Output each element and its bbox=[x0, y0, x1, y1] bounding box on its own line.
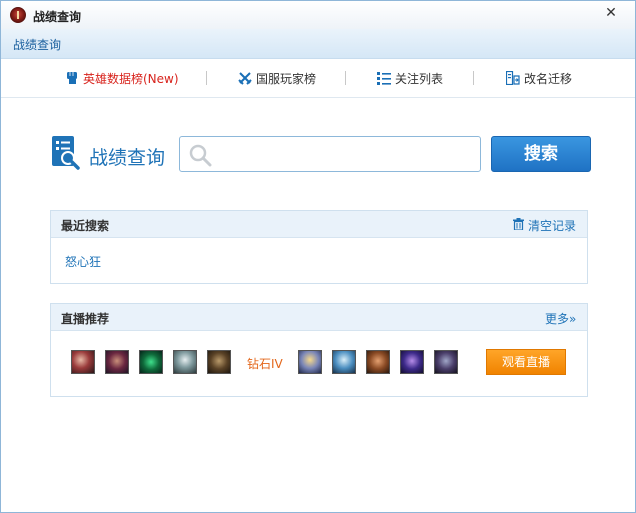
nav-item-label: 关注列表 bbox=[395, 72, 444, 86]
recent-search-title: 最近搜索 bbox=[61, 219, 110, 233]
champion-avatar-icon[interactable] bbox=[400, 350, 424, 374]
champion-avatar-icon[interactable] bbox=[105, 350, 129, 374]
champion-avatar-icon[interactable] bbox=[298, 350, 322, 374]
trash-icon bbox=[513, 218, 524, 230]
more-link[interactable]: 更多» bbox=[545, 310, 576, 327]
nav-item-label: 国服玩家榜 bbox=[256, 72, 317, 86]
title-bar: 战绩查询 ✕ bbox=[1, 1, 635, 29]
window-title: 战绩查询 bbox=[33, 10, 82, 24]
champion-avatar-icon[interactable] bbox=[139, 350, 163, 374]
close-icon[interactable]: ✕ bbox=[603, 5, 619, 21]
rank-label: 钻石IV bbox=[247, 357, 283, 371]
window: 战绩查询 ✕ 战绩查询 英雄数据榜(New) 国服玩家榜 关注列表 改名迁移 战… bbox=[0, 0, 636, 513]
list-icon bbox=[377, 72, 391, 85]
champion-avatar-icon[interactable] bbox=[207, 350, 231, 374]
search-box bbox=[179, 136, 481, 172]
champion-avatar-icon[interactable] bbox=[434, 350, 458, 374]
search-input[interactable] bbox=[218, 141, 474, 169]
champion-avatar-icon[interactable] bbox=[173, 350, 197, 374]
crossed-swords-icon bbox=[238, 72, 252, 85]
app-logo-icon bbox=[10, 7, 26, 23]
champion-avatar-icon[interactable] bbox=[71, 350, 95, 374]
watch-live-button[interactable]: 观看直播 bbox=[486, 349, 566, 375]
nav-item-label: 英雄数据榜(New) bbox=[83, 72, 179, 86]
clear-history-button[interactable]: 清空记录 bbox=[513, 217, 576, 234]
recent-search-item[interactable]: 怒心狂 bbox=[65, 253, 101, 270]
panel-header: 最近搜索 清空记录 bbox=[51, 211, 587, 238]
sub-header: 战绩查询 bbox=[1, 29, 635, 59]
nav-item-label: 改名迁移 bbox=[524, 72, 573, 86]
rename-icon bbox=[506, 71, 520, 85]
search-icon bbox=[189, 144, 212, 167]
panel-header: 直播推荐 更多» bbox=[51, 304, 587, 331]
clear-history-label: 清空记录 bbox=[528, 219, 577, 233]
sub-header-title: 战绩查询 bbox=[13, 38, 62, 52]
nav-divider bbox=[206, 71, 207, 85]
live-recommend-title: 直播推荐 bbox=[61, 312, 110, 326]
recent-search-panel: 最近搜索 清空记录 怒心狂 bbox=[50, 210, 588, 284]
nav-bar: 英雄数据榜(New) 国服玩家榜 关注列表 改名迁移 bbox=[1, 59, 635, 98]
search-button[interactable]: 搜索 bbox=[491, 136, 591, 172]
search-heading: 战绩查询 bbox=[89, 147, 166, 169]
nav-divider bbox=[345, 71, 346, 85]
record-search-icon bbox=[52, 136, 80, 170]
live-recommend-panel: 直播推荐 更多» 钻石IV 观看直播 bbox=[50, 303, 588, 397]
nav-divider bbox=[473, 71, 474, 85]
fist-icon bbox=[67, 72, 77, 84]
champion-avatar-icon[interactable] bbox=[366, 350, 390, 374]
champion-avatar-icon[interactable] bbox=[332, 350, 356, 374]
